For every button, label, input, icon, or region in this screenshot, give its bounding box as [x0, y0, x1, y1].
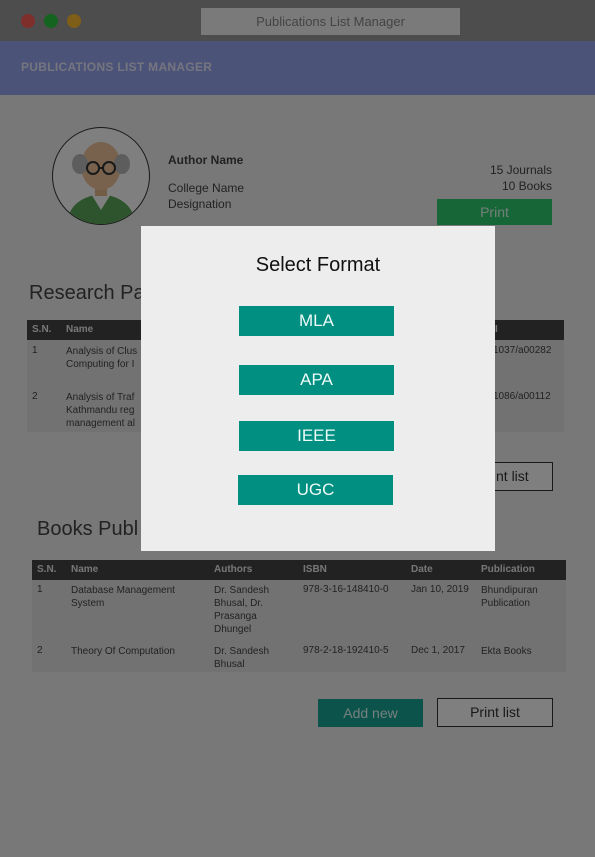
format-mla-button[interactable]: MLA	[239, 306, 394, 336]
dialog-title: Select Format	[255, 254, 381, 276]
format-ieee-button[interactable]: IEEE	[239, 421, 394, 451]
format-apa-button[interactable]: APA	[239, 365, 394, 395]
format-ugc-button[interactable]: UGC	[238, 475, 393, 505]
